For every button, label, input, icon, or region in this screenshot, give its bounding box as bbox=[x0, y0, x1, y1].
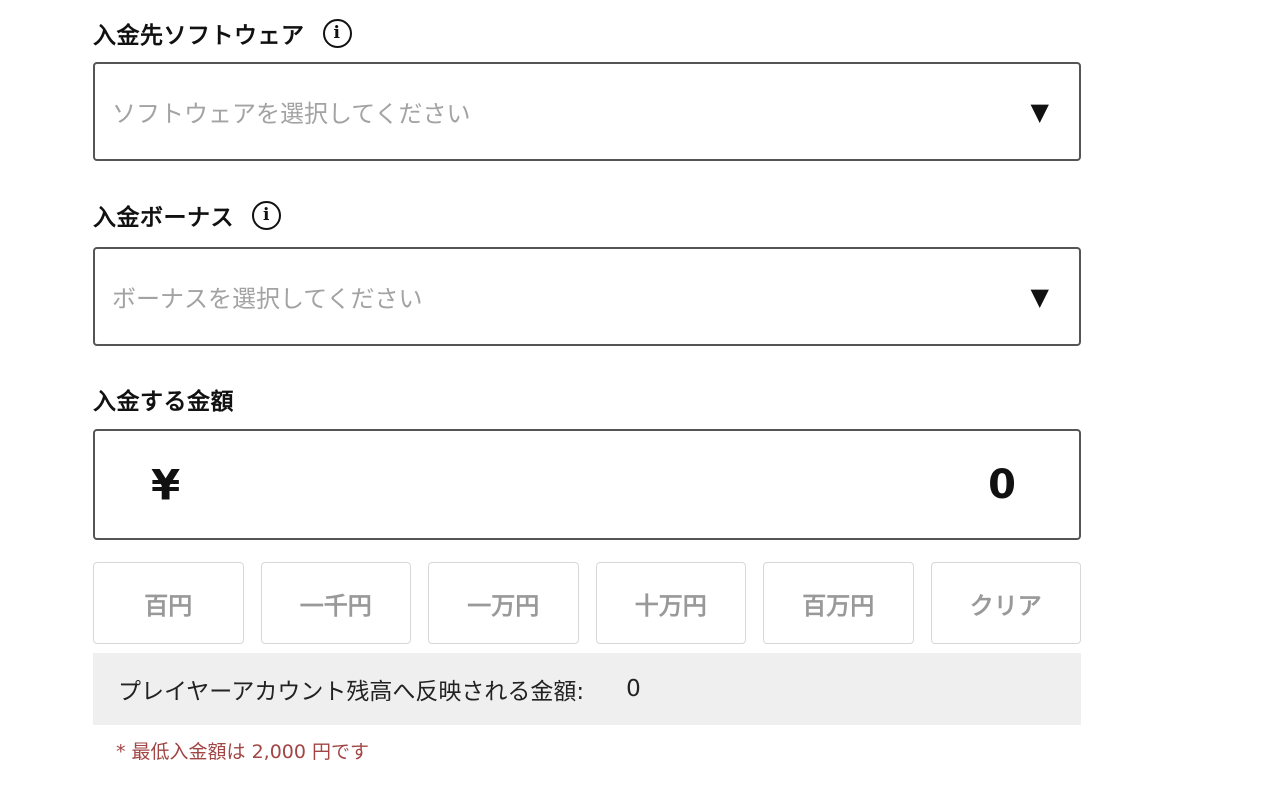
clear-button[interactable]: クリア bbox=[930, 562, 1081, 644]
software-placeholder: ソフトウェアを選択してください bbox=[112, 100, 471, 128]
add-million-button[interactable]: 百万円 bbox=[763, 562, 914, 644]
amount-input[interactable] bbox=[616, 461, 1016, 508]
dropdown-arrow-icon: ▼ bbox=[1030, 97, 1049, 126]
software-label: 入金先ソフトウェア bbox=[93, 23, 305, 49]
info-icon[interactable]: i bbox=[322, 18, 352, 48]
add-thousand-button[interactable]: 一千円 bbox=[260, 562, 411, 644]
add-hundred-button[interactable]: 百円 bbox=[93, 562, 244, 644]
minimum-deposit-note: * 最低入金額は 2,000 円です bbox=[116, 741, 370, 763]
info-icon[interactable]: i bbox=[252, 200, 281, 230]
bonus-label: 入金ボーナス bbox=[93, 205, 234, 231]
balance-value: 0 bbox=[626, 676, 641, 702]
dropdown-arrow-icon: ▼ bbox=[1030, 282, 1049, 311]
amount-field[interactable]: ¥ bbox=[93, 429, 1081, 540]
quick-amount-buttons: 百円 一千円 一万円 十万円 百万円 クリア bbox=[93, 562, 1081, 644]
add-ten-thousand-button[interactable]: 一万円 bbox=[428, 562, 579, 644]
yen-symbol: ¥ bbox=[151, 460, 181, 509]
amount-label-row: 入金する金額 bbox=[93, 384, 1081, 415]
bonus-select[interactable]: ボーナスを選択してください ▼ bbox=[93, 247, 1081, 346]
software-label-row: 入金先ソフトウェア i bbox=[93, 18, 1081, 49]
amount-label: 入金する金額 bbox=[93, 389, 234, 415]
add-hundred-thousand-button[interactable]: 十万円 bbox=[595, 562, 746, 644]
balance-label: プレイヤーアカウント残高へ反映される金額: bbox=[118, 679, 585, 705]
deposit-form: 入金先ソフトウェア i ソフトウェアを選択してください ▼ 入金ボーナス i ボ… bbox=[93, 0, 1081, 764]
balance-bar: プレイヤーアカウント残高へ反映される金額: 0 bbox=[93, 653, 1081, 725]
bonus-placeholder: ボーナスを選択してください bbox=[112, 285, 423, 313]
software-select[interactable]: ソフトウェアを選択してください ▼ bbox=[93, 62, 1081, 161]
bonus-label-row: 入金ボーナス i bbox=[93, 200, 1081, 231]
